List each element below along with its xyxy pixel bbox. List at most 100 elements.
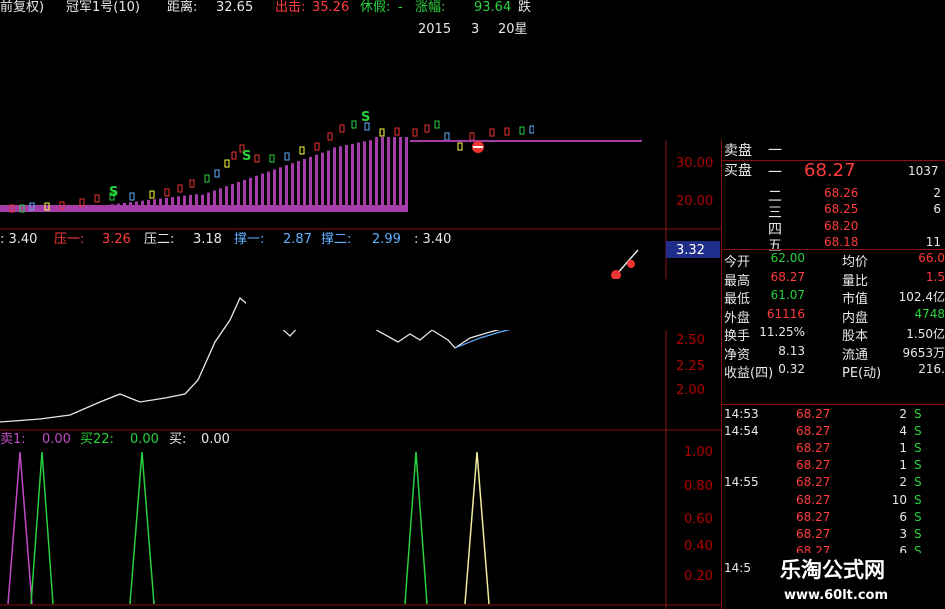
candle <box>129 192 135 201</box>
stat-value-1: 61116 <box>766 306 805 321</box>
candle <box>327 132 333 141</box>
candle <box>164 188 170 197</box>
buy-price: 68.27 <box>804 160 856 181</box>
bid-vol: 11 <box>925 235 941 249</box>
bot-axis-040: 0.40 <box>684 539 713 554</box>
stat-value-2: 9653万 <box>902 345 945 360</box>
tick-vol: 1 <box>899 458 907 473</box>
mid-axis-250: 2.50 <box>676 333 705 348</box>
stat-label-1: 外盘 <box>724 310 751 326</box>
bot-axis-020: 0.20 <box>684 569 713 584</box>
tick-vol: 3 <box>899 526 907 541</box>
magenta-bar <box>345 145 348 212</box>
mid-axis-200: 2.00 <box>676 383 705 398</box>
candle <box>214 169 220 178</box>
candle <box>504 127 510 136</box>
candle <box>469 132 475 141</box>
candle <box>314 142 320 151</box>
magenta-bar <box>321 152 324 212</box>
spike-green-1 <box>30 451 54 605</box>
magenta-bar <box>363 141 366 212</box>
candle <box>412 128 418 137</box>
bid-vol: 6 <box>933 202 941 216</box>
stat-value-2: 4748 <box>914 306 945 321</box>
bid-vol: 2 <box>933 186 941 200</box>
candle <box>94 194 100 203</box>
candle <box>457 142 463 151</box>
bids-divider <box>722 249 945 250</box>
sig3-value: 0.00 <box>201 432 230 447</box>
tick-vol: 6 <box>899 509 907 524</box>
tick-time: 14:53 <box>724 407 759 421</box>
stat-value-2: 102.4亿 <box>898 290 945 304</box>
stat-label-1: 收益(四) <box>724 366 774 381</box>
tick-price: 68.27 <box>796 492 831 507</box>
bid-price: 68.18 <box>824 235 859 249</box>
sig2-label: 买22: <box>80 432 114 447</box>
stat-label-2: 市值 <box>842 292 869 307</box>
tick-side: S <box>914 475 922 490</box>
s-marker-2: S <box>242 149 251 164</box>
tick-side: S <box>914 441 922 456</box>
stat-row: 换手 11.25% 股本 1.50亿 <box>724 325 945 344</box>
candle <box>424 124 430 133</box>
tick-price: 68.27 <box>796 407 831 421</box>
buy-vol: 1037 <box>908 164 939 178</box>
sell-level: 一 <box>768 143 782 159</box>
candle <box>339 124 345 133</box>
tick-vol: 1 <box>899 441 907 456</box>
candle <box>519 126 525 135</box>
tick-side: S <box>914 458 922 473</box>
candle <box>379 128 385 137</box>
tick-price: 68.27 <box>796 475 831 490</box>
tick-row: 68.27 6 S <box>724 510 945 527</box>
magenta-bar <box>357 142 360 212</box>
bot-axis-100: 1.00 <box>684 445 713 460</box>
candle <box>254 154 260 163</box>
blank-region <box>534 0 945 140</box>
magenta-bar <box>285 165 288 212</box>
stat-label-1: 最低 <box>724 292 751 307</box>
magenta-bar <box>405 137 408 212</box>
bid-row: 二 68.26 2 <box>724 186 945 205</box>
price-axis-label-30: 30.00 <box>676 156 713 171</box>
bid-level-1: 一 <box>768 165 782 181</box>
sig3-label: 买: <box>169 432 186 447</box>
candlesticks <box>9 120 535 213</box>
magenta-bar <box>333 147 336 212</box>
candle <box>231 151 237 160</box>
sell-label: 卖盘 <box>724 143 752 159</box>
tick-row: 68.27 10 S <box>724 493 945 510</box>
candle <box>299 146 305 155</box>
tick-side: S <box>914 424 922 439</box>
magenta-bar <box>297 161 300 212</box>
stat-label-1: 最高 <box>724 273 751 289</box>
ya1-label: 压一: <box>54 232 84 247</box>
stat-label-2: 量比 <box>842 273 869 289</box>
tick-vol: 4 <box>899 424 907 439</box>
spike-magenta <box>7 451 33 605</box>
stat-row: 净资 8.13 流通 9653万 <box>724 344 945 363</box>
candle <box>79 198 85 207</box>
cheng2-label: 撑二: <box>321 232 351 247</box>
sig1-label: 卖1: <box>0 432 26 447</box>
candle <box>149 190 155 199</box>
stat-value-1: 62.00 <box>770 251 805 265</box>
magenta-bar <box>399 137 402 212</box>
candle <box>269 154 275 163</box>
tick-price: 68.27 <box>796 424 831 439</box>
magenta-bar <box>339 146 342 212</box>
stat-row: 收益(四) 0.32 PE(动) 216. <box>724 362 945 381</box>
ind-v-last: : 3.40 <box>414 232 451 247</box>
magenta-bar <box>387 137 390 212</box>
candle <box>284 152 290 161</box>
candle <box>394 127 400 136</box>
magenta-bar <box>291 163 294 212</box>
candle <box>444 132 450 141</box>
stat-value-2: 216. <box>918 362 945 376</box>
stat-label-1: 换手 <box>724 329 751 344</box>
cheng2-value: 2.99 <box>372 232 401 247</box>
candle <box>189 179 195 188</box>
bid-price: 68.20 <box>824 219 859 233</box>
stat-row: 今开 62.00 均价 66.0 <box>724 251 945 270</box>
